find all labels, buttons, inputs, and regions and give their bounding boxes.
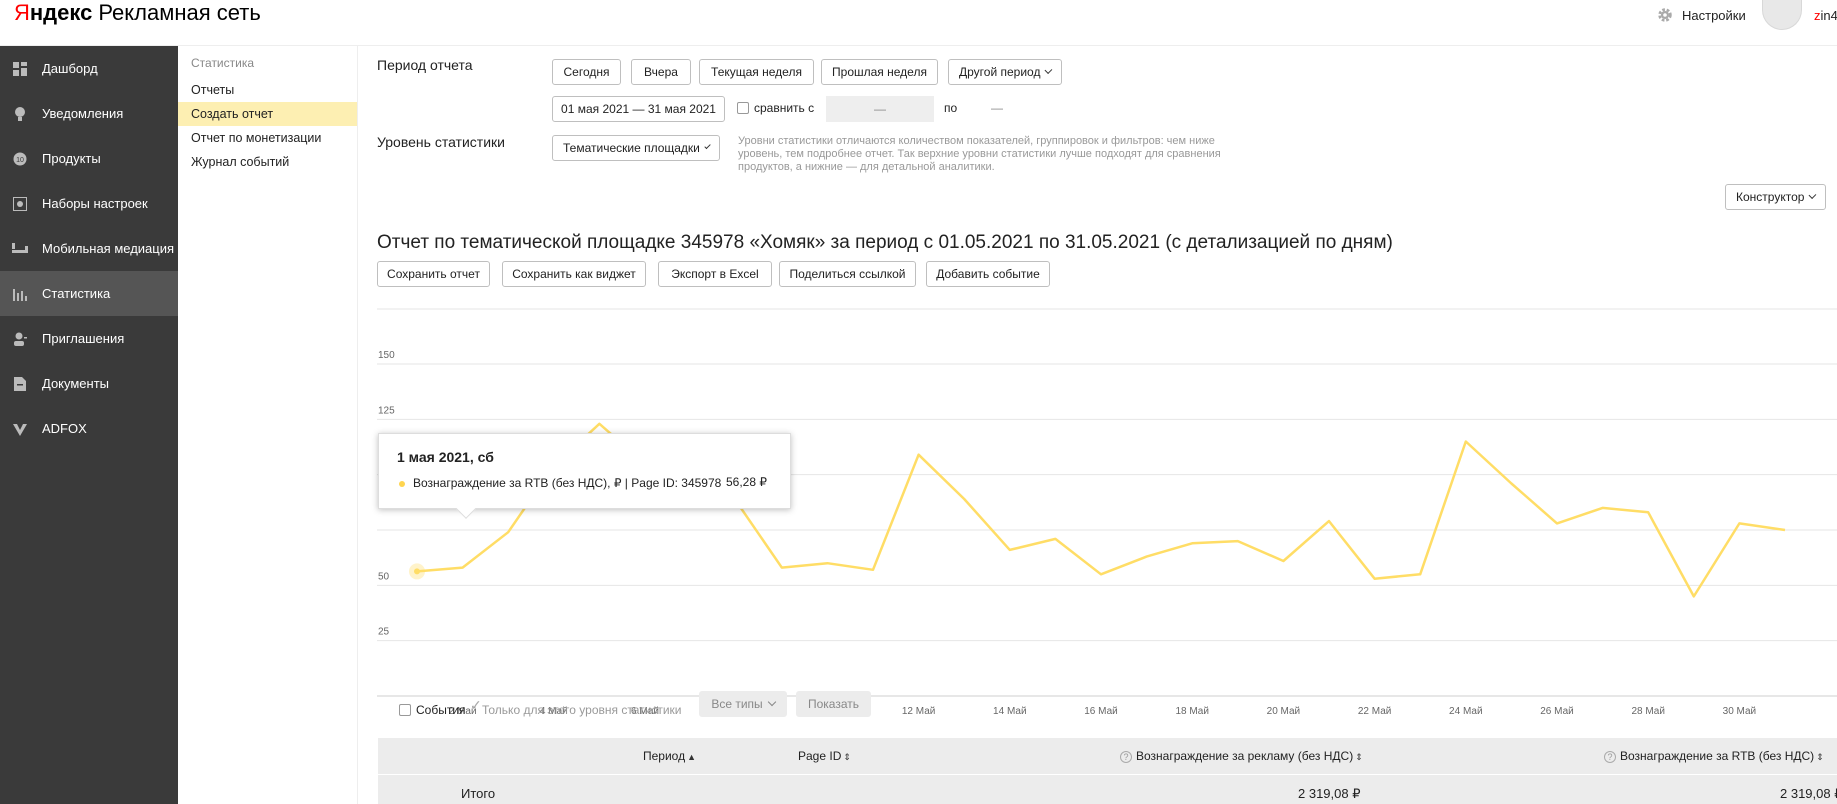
chevron-down-icon: [767, 697, 776, 707]
x-tick-label: 28 Май: [1631, 706, 1665, 717]
products-icon: 10: [12, 151, 28, 167]
compare-to-label: по: [944, 101, 958, 115]
report-title: Отчет по тематической площадке 345978 «Х…: [377, 232, 1393, 253]
x-tick-label: 20 Май: [1267, 706, 1301, 717]
main-content: Период отчета Сегодня Вчера Текущая неде…: [359, 46, 1837, 804]
dashboard-icon: [12, 61, 28, 77]
period-last-week-button[interactable]: Прошлая неделя: [821, 59, 938, 85]
settings-set-icon: [12, 196, 28, 212]
chevron-down-icon: [1808, 191, 1817, 199]
date-range-input[interactable]: 01 мая 2021 — 31 мая 2021: [552, 96, 725, 122]
x-tick-label: 22 Май: [1358, 706, 1392, 717]
avatar[interactable]: [1762, 0, 1802, 30]
header: Яндекс Рекламная сеть Настройки zin4: [0, 0, 1837, 46]
y-tick-label: 125: [378, 405, 395, 416]
submenu-title: Статистика: [191, 56, 255, 70]
save-widget-button[interactable]: Сохранить как виджет: [502, 261, 646, 287]
sidebar-item-products[interactable]: 10 Продукты: [0, 136, 178, 181]
sidebar-item-invitations[interactable]: Приглашения: [0, 316, 178, 361]
save-report-button[interactable]: Сохранить отчет: [377, 261, 490, 287]
chart-tooltip: 1 мая 2021, сб Вознаграждение за RTB (бе…: [378, 433, 791, 519]
all-types-dropdown[interactable]: Все типы: [699, 691, 787, 717]
sidebar-item-dashboard[interactable]: Дашборд: [0, 46, 178, 91]
submenu-item-create-report[interactable]: Создать отчет: [178, 102, 357, 126]
sidebar-item-adfox[interactable]: ADFOX: [0, 406, 178, 451]
rtb-reward-line-chart: 25501001251502 Май4 Май6 Май8 Май10 Май1…: [359, 306, 1837, 726]
document-icon: [12, 376, 28, 392]
events-label: События: [416, 703, 466, 717]
sidebar: Дашборд Уведомления 10 Продукты Наборы н…: [0, 46, 178, 804]
submenu-item-events-log[interactable]: Журнал событий: [178, 150, 357, 174]
compare-label: сравнить с: [754, 101, 815, 115]
svg-text:10: 10: [16, 157, 24, 164]
sidebar-item-statistics[interactable]: Статистика: [0, 271, 178, 316]
x-tick-label: 18 Май: [1175, 706, 1209, 717]
only-level-label: Только для этого уровня статистики: [482, 703, 682, 717]
show-events-button[interactable]: Показать: [796, 691, 871, 717]
chevron-down-icon: [704, 142, 711, 150]
period-current-week-button[interactable]: Текущая неделя: [699, 59, 814, 85]
statistics-submenu: Статистика Отчеты Создать отчет Отчет по…: [178, 46, 358, 804]
y-tick-label: 25: [378, 627, 390, 638]
sidebar-item-notifications[interactable]: Уведомления: [0, 91, 178, 136]
invite-icon: [12, 331, 28, 347]
tooltip-value: 56,28 ₽: [726, 475, 767, 489]
x-tick-label: 26 Май: [1540, 706, 1574, 717]
period-yesterday-button[interactable]: Вчера: [631, 59, 691, 85]
gear-icon: [1658, 8, 1672, 22]
events-checkbox[interactable]: [399, 704, 411, 716]
sidebar-item-documents[interactable]: Документы: [0, 361, 178, 406]
tooltip-date: 1 мая 2021, сб: [397, 449, 494, 465]
sidebar-item-settings-sets[interactable]: Наборы настроек: [0, 181, 178, 226]
share-link-button[interactable]: Поделиться ссылкой: [779, 261, 916, 287]
x-tick-label: 16 Май: [1084, 706, 1118, 717]
y-tick-label: 150: [378, 350, 395, 361]
y-tick-label: 50: [378, 571, 390, 582]
x-tick-label: 12 Май: [902, 706, 936, 717]
chart-svg: 25501001251502 Май4 Май6 Май8 Май10 Май1…: [377, 308, 1837, 717]
series-marker-icon: [399, 481, 405, 487]
checkmark-icon[interactable]: ✓: [470, 697, 482, 714]
compare-checkbox[interactable]: [737, 102, 749, 114]
other-period-dropdown[interactable]: Другой период: [948, 59, 1062, 85]
level-select[interactable]: Тематические площадки: [552, 135, 720, 161]
period-label: Период отчета: [377, 57, 473, 73]
username[interactable]: zin4: [1814, 8, 1837, 23]
x-tick-label: 24 Май: [1449, 706, 1483, 717]
x-tick-label: 14 Май: [993, 706, 1027, 717]
yandex-logo[interactable]: Яндекс Рекламная сеть: [14, 0, 261, 26]
chevron-down-icon: [1044, 66, 1053, 74]
bulb-icon: [12, 106, 28, 122]
tooltip-series: Вознаграждение за RTB (без НДС), ₽ | Pag…: [413, 476, 722, 490]
export-excel-button[interactable]: Экспорт в Excel: [658, 261, 772, 287]
submenu-item-reports[interactable]: Отчеты: [178, 78, 357, 102]
statistics-icon: [12, 286, 28, 302]
x-tick-label: 30 Май: [1723, 706, 1757, 717]
data-point: [414, 568, 420, 575]
period-today-button[interactable]: Сегодня: [552, 59, 621, 85]
constructor-dropdown[interactable]: Конструктор: [1725, 184, 1826, 210]
sidebar-item-mobile-mediation[interactable]: Мобильная медиация: [0, 226, 178, 271]
settings-link[interactable]: Настройки: [1656, 6, 1746, 24]
level-label: Уровень статистики: [377, 134, 505, 150]
adfox-icon: [12, 421, 28, 437]
mediation-icon: [12, 241, 28, 257]
level-hint: Уровни статистики отличаются количеством…: [738, 135, 1221, 173]
compare-from-field[interactable]: —: [826, 96, 934, 122]
settings-label: Настройки: [1682, 7, 1746, 23]
compare-to-field[interactable]: —: [991, 101, 1003, 115]
add-event-button[interactable]: Добавить событие: [926, 261, 1050, 287]
submenu-item-monetization[interactable]: Отчет по монетизации: [178, 126, 357, 150]
